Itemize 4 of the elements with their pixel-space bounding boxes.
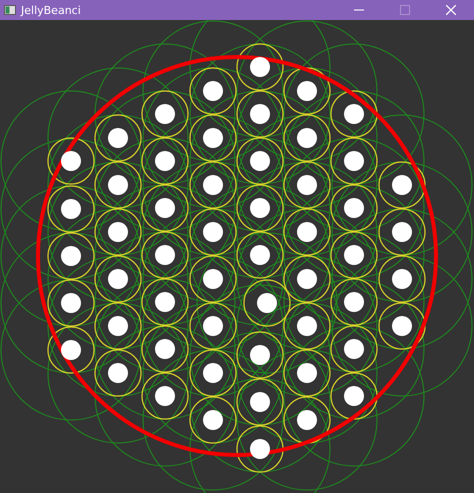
app-icon <box>4 5 16 15</box>
window-title: JellyBeanci <box>21 4 82 16</box>
close-icon <box>446 5 456 15</box>
maximize-icon <box>400 5 410 15</box>
